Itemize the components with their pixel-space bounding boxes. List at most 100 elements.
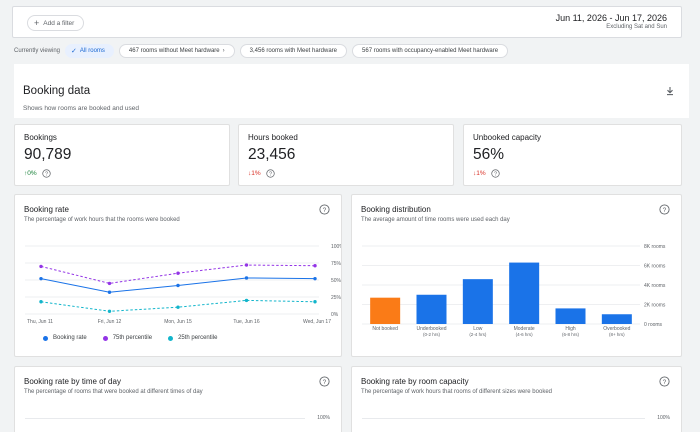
kpi-delta-value: 1% [251,170,261,177]
data-point [39,300,43,304]
svg-text:?: ? [45,171,48,177]
help-icon[interactable]: ? [266,169,275,178]
plus-icon: + [34,17,40,28]
y-tick-label: 75% [331,261,342,267]
y-tick-label: 8K rooms [644,244,666,250]
data-point [107,281,112,286]
booking-distribution-card: Booking distribution The average amount … [351,194,682,357]
chip-all-rooms[interactable]: ✓ All rooms [65,44,114,58]
x-tick-sublabel: (0-2 hrs) [423,332,441,337]
y-tick-label: 0 rooms [644,322,663,328]
date-range-exclusion: Excluding Sat and Sun [606,24,667,30]
card-title: Booking distribution [361,205,431,214]
download-icon[interactable] [665,86,675,96]
chip-rooms-occupancy-enabled[interactable]: 567 rooms with occupancy-enabled Meet ha… [352,44,509,58]
data-point [176,283,180,288]
data-point [176,271,180,275]
svg-text:?: ? [663,379,667,386]
x-tick-label: Mon, Jun 15 [164,319,192,325]
chip-rooms-with-meet[interactable]: 3,456 rooms with Meet hardware [239,44,348,58]
viewing-label: Currently viewing [14,48,61,54]
data-point [107,290,112,294]
bar [370,297,401,324]
kpi-label: Unbooked capacity [473,133,542,142]
y-tick-label: 2K rooms [644,303,666,309]
legend-item-25th[interactable]: 25th percentile [168,335,217,341]
legend-item-75th[interactable]: 75th percentile [102,335,153,341]
bar [416,294,447,324]
legend-item-booking-rate[interactable]: Booking rate [43,335,87,341]
card-title: Booking rate by time of day [24,377,121,386]
add-filter-label: Add a filter [43,19,75,27]
help-icon[interactable]: ? [659,376,670,387]
filter-bar: + Add a filter Jun 11, 2026 - Jun 17, 20… [12,6,682,38]
section-subtitle: Shows how rooms are booked and used [23,105,139,112]
date-range-picker[interactable]: Jun 11, 2026 - Jun 17, 2026 Excluding Sa… [556,13,667,30]
bar [509,262,540,324]
legend-label: 25th percentile [178,335,218,341]
bar [555,308,586,324]
chip-label: 567 rooms with occupancy-enabled Meet ha… [362,48,499,54]
rate-by-time-card: Booking rate by time of day The percenta… [14,366,342,432]
y-tick-label: 100% [331,244,342,250]
chart-legend: Booking rate 75th percentile 25th percen… [43,335,217,341]
x-tick-label: Not booked [372,326,398,332]
grid-line [362,418,645,419]
y-tick-label: 25% [331,295,342,301]
help-icon[interactable]: ? [42,169,51,178]
booking-data-header: Booking data Shows how rooms are booked … [14,64,689,118]
kpi-value: 23,456 [248,146,296,163]
kpi-delta: ↓1% ? [248,169,275,178]
kpi-delta-value: 0% [27,170,37,177]
kpi-delta-value: 1% [476,170,486,177]
check-icon: ✓ [71,48,77,55]
legend-swatch [168,335,174,341]
svg-text:?: ? [269,171,272,177]
kpi-delta: ↑0% ? [24,169,51,178]
chip-rooms-without-meet[interactable]: 467 rooms without Meet hardware › [118,44,235,58]
data-point [244,276,249,280]
svg-text:?: ? [323,207,327,214]
kpi-hours-booked: Hours booked 23,456 ↓1% ? [238,124,454,186]
x-tick-label: Fri, Jun 12 [98,319,122,325]
date-range-text: Jun 11, 2026 - Jun 17, 2026 [555,13,667,23]
y-axis-top-label: 100% [317,415,330,421]
y-tick-label: 0% [331,312,339,318]
x-tick-label: Wed, Jun 17 [303,319,331,325]
data-point [313,264,317,268]
x-tick-sublabel: (4-6 hrs) [516,332,534,337]
help-icon[interactable]: ? [319,376,330,387]
help-icon[interactable]: ? [659,204,670,215]
data-point [313,300,317,304]
rate-by-capacity-card: Booking rate by room capacity The percen… [351,366,682,432]
booking-rate-line-chart: 100% 75% 50% 25% 0% Thu, Jun 11 Fri, Jun 12 Mon… [25,244,342,325]
kpi-unbooked-capacity: Unbooked capacity 56% ↓1% ? [463,124,682,186]
kpi-value: 90,789 [24,146,72,163]
svg-text:?: ? [323,379,327,386]
booking-rate-card: Booking rate The percentage of work hour… [14,194,342,357]
card-title: Booking rate by room capacity [361,377,469,386]
y-tick-label: 4K rooms [644,283,666,289]
data-point [39,276,43,281]
kpi-delta: ↓1% ? [473,169,500,178]
add-filter-button[interactable]: + Add a filter [27,15,85,31]
y-tick-label: 6K rooms [644,264,666,270]
svg-text:?: ? [494,171,497,177]
legend-label: 75th percentile [112,335,153,341]
kpi-bookings: Bookings 90,789 ↑0% ? [14,124,230,186]
help-icon[interactable]: ? [491,169,500,178]
x-tick-label: Thu, Jun 11 [27,319,53,325]
y-tick-label: 50% [331,278,342,284]
data-point [107,309,112,313]
section-title: Booking data [23,85,91,97]
chip-label: 467 rooms without Meet hardware [128,48,220,54]
chevron-right-icon: › [222,48,225,54]
data-point [244,298,249,303]
y-axis-top-label: 100% [657,415,670,421]
kpi-label: Bookings [24,133,57,142]
x-tick-label: Tue, Jun 16 [233,319,259,325]
data-point [313,276,317,281]
legend-swatch [43,335,48,341]
help-icon[interactable]: ? [319,204,330,215]
x-tick-sublabel: (2-4 hrs) [469,332,487,337]
